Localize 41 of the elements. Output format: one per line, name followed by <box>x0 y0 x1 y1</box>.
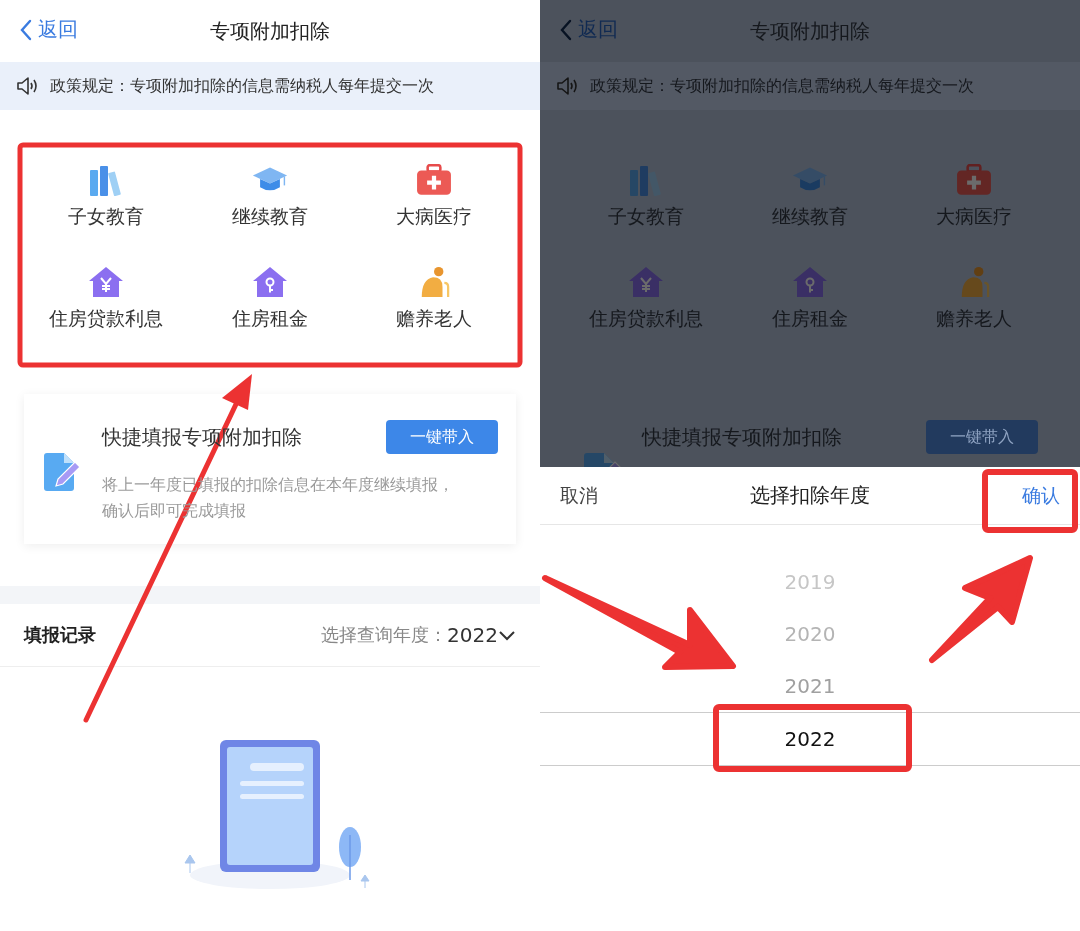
notice-text: 政策规定：专项附加扣除的信息需纳税人每年提交一次 <box>50 75 434 97</box>
year-option[interactable]: 2020 <box>540 608 1080 660</box>
category-item[interactable]: 住房租金 <box>728 266 892 332</box>
books-icon <box>88 164 124 196</box>
picker-title: 选择扣除年度 <box>750 482 870 509</box>
cancel-button[interactable]: 取消 <box>558 478 600 513</box>
year-option[interactable]: 2021 <box>540 660 1080 712</box>
speaker-icon <box>556 76 580 96</box>
house-yen-icon <box>628 266 664 298</box>
quick-fill-title: 快捷填报专项附加扣除 <box>642 423 842 451</box>
one-click-import-button[interactable]: 一键带入 <box>386 420 498 454</box>
books-icon <box>628 164 664 196</box>
document-pencil-icon <box>42 452 82 492</box>
category-item[interactable]: 赡养老人 <box>352 266 516 332</box>
year-selector[interactable]: 选择查询年度：2022 <box>321 623 516 647</box>
back-chevron-icon <box>20 18 32 41</box>
page-title: 专项附加扣除 <box>750 17 870 45</box>
speaker-icon <box>16 76 40 96</box>
medical-kit-icon <box>416 164 452 196</box>
chevron-down-icon <box>498 629 516 641</box>
back-button[interactable]: 返回 <box>20 16 78 43</box>
records-title: 填报记录 <box>24 623 96 647</box>
category-item[interactable]: 大病医疗 <box>352 164 516 230</box>
house-key-icon <box>252 266 288 298</box>
house-key-icon <box>792 266 828 298</box>
category-item[interactable]: 继续教育 <box>728 164 892 230</box>
page-title: 专项附加扣除 <box>210 17 330 45</box>
category-item[interactable]: 住房贷款利息 <box>564 266 728 332</box>
category-item[interactable]: 子女教育 <box>564 164 728 230</box>
category-item[interactable]: 子女教育 <box>24 164 188 230</box>
category-item[interactable]: 住房贷款利息 <box>24 266 188 332</box>
category-item[interactable]: 继续教育 <box>188 164 352 230</box>
medical-kit-icon <box>956 164 992 196</box>
year-option[interactable]: 2022 <box>540 712 1080 766</box>
house-yen-icon <box>88 266 124 298</box>
category-item[interactable]: 赡养老人 <box>892 266 1056 332</box>
confirm-button[interactable]: 确认 <box>1020 478 1062 513</box>
category-item[interactable]: 住房租金 <box>188 266 352 332</box>
one-click-import-button[interactable]: 一键带入 <box>926 420 1038 454</box>
category-item[interactable]: 大病医疗 <box>892 164 1056 230</box>
back-chevron-icon <box>560 18 572 41</box>
